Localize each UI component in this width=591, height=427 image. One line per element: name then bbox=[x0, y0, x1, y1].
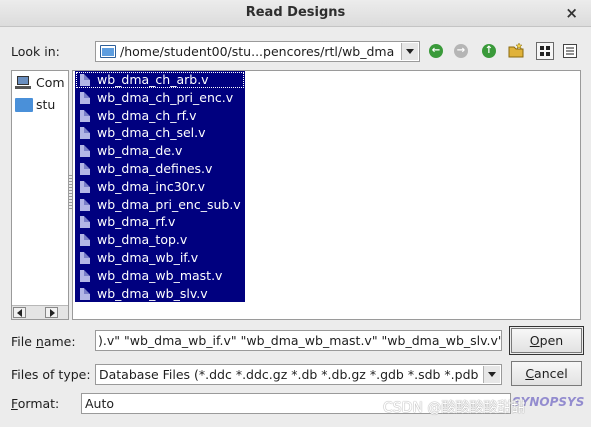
file-name: wb_dma_wb_if.v bbox=[97, 249, 199, 265]
file-list: wb_dma_ch_arb.v wb_dma_ch_pri_enc.v wb_dma… bbox=[72, 70, 581, 320]
file-name: wb_dma_wb_mast.v bbox=[97, 267, 223, 283]
chevron-down-icon[interactable] bbox=[483, 366, 500, 383]
file-type-value: Database Files (*.ddc *.ddc.gz *.db *.db… bbox=[99, 367, 479, 382]
detail-view-icon bbox=[563, 44, 577, 58]
selected-files: wb_dma_ch_arb.v wb_dma_ch_pri_enc.v wb_dma… bbox=[75, 71, 245, 303]
file-row[interactable]: wb_dma_wb_slv.v bbox=[75, 285, 245, 303]
file-row[interactable]: wb_dma_top.v bbox=[75, 231, 245, 249]
look-in-path: /home/student00/stu...pencores/rtl/wb_dm… bbox=[120, 44, 395, 59]
file-name-label: File name: bbox=[11, 334, 76, 349]
open-button[interactable]: Open bbox=[509, 326, 584, 355]
look-in-label: Look in: bbox=[11, 44, 60, 59]
format-label: Format: bbox=[11, 396, 60, 411]
file-row[interactable]: wb_dma_wb_mast.v bbox=[75, 267, 245, 285]
file-row[interactable]: wb_dma_ch_arb.v bbox=[75, 71, 245, 89]
list-view-button[interactable] bbox=[536, 42, 554, 60]
chevron-down-icon[interactable] bbox=[401, 43, 418, 60]
file-icon bbox=[80, 109, 90, 122]
new-folder-icon bbox=[508, 42, 524, 58]
file-row[interactable]: wb_dma_defines.v bbox=[75, 160, 245, 178]
file-name-field[interactable]: ).v" "wb_dma_wb_if.v" "wb_dma_wb_mast.v"… bbox=[95, 330, 502, 351]
file-name: wb_dma_wb_slv.v bbox=[97, 285, 208, 301]
back-arrow-icon: ← bbox=[429, 44, 443, 58]
file-icon bbox=[80, 91, 90, 104]
file-icon bbox=[80, 162, 90, 175]
back-button[interactable]: ← bbox=[427, 42, 445, 60]
scroll-left-icon[interactable] bbox=[13, 307, 26, 318]
file-name: wb_dma_pri_enc_sub.v bbox=[97, 196, 241, 212]
close-icon[interactable]: × bbox=[565, 4, 578, 22]
format-value: Auto bbox=[85, 396, 115, 411]
file-icon bbox=[80, 234, 90, 247]
file-row[interactable]: wb_dma_pri_enc_sub.v bbox=[75, 196, 245, 214]
sidebar-item-label: Com bbox=[36, 75, 65, 90]
detail-view-button[interactable] bbox=[561, 42, 579, 60]
watermark: CSDN @酸酸酸酸甜甜 bbox=[383, 400, 526, 416]
file-row[interactable]: wb_dma_de.v bbox=[75, 142, 245, 160]
sidebar: Com stu bbox=[11, 70, 69, 320]
file-name: wb_dma_top.v bbox=[97, 232, 188, 248]
file-name: wb_dma_ch_pri_enc.v bbox=[97, 89, 234, 105]
file-row[interactable]: wb_dma_inc30r.v bbox=[75, 178, 245, 196]
file-icon bbox=[80, 216, 90, 229]
read-designs-dialog: Read Designs × Look in: /home/student00/… bbox=[0, 0, 591, 427]
file-icon bbox=[80, 269, 90, 282]
new-folder-button[interactable] bbox=[507, 42, 525, 60]
file-icon bbox=[80, 180, 90, 193]
folder-icon bbox=[15, 98, 33, 112]
file-name: wb_dma_de.v bbox=[97, 143, 183, 159]
file-row[interactable]: wb_dma_ch_rf.v bbox=[75, 107, 245, 125]
look-in-combo[interactable]: /home/student00/stu...pencores/rtl/wb_dm… bbox=[95, 41, 420, 62]
title-bar[interactable]: Read Designs × bbox=[0, 0, 591, 27]
file-name-value: ).v" "wb_dma_wb_if.v" "wb_dma_wb_mast.v"… bbox=[98, 333, 502, 348]
file-name: wb_dma_inc30r.v bbox=[97, 178, 205, 194]
forward-arrow-icon: → bbox=[454, 44, 468, 58]
file-name: wb_dma_ch_sel.v bbox=[97, 125, 206, 141]
file-row[interactable]: wb_dma_ch_sel.v bbox=[75, 124, 245, 142]
file-row[interactable]: wb_dma_wb_if.v bbox=[75, 249, 245, 267]
file-icon bbox=[80, 251, 90, 264]
computer-icon bbox=[15, 76, 31, 89]
folder-icon bbox=[100, 45, 116, 58]
file-icon bbox=[80, 145, 90, 158]
file-icon bbox=[80, 287, 90, 300]
scroll-right-icon[interactable] bbox=[45, 307, 58, 318]
file-icon bbox=[80, 198, 90, 211]
file-name: wb_dma_rf.v bbox=[97, 214, 176, 230]
file-row[interactable]: wb_dma_ch_pri_enc.v bbox=[75, 89, 245, 107]
forward-button[interactable]: → bbox=[452, 42, 470, 60]
file-name: wb_dma_ch_rf.v bbox=[97, 107, 197, 123]
file-name: wb_dma_ch_arb.v bbox=[97, 72, 209, 87]
sidebar-item-label: stu bbox=[36, 97, 56, 112]
file-row[interactable]: wb_dma_rf.v bbox=[75, 213, 245, 231]
file-icon bbox=[80, 74, 90, 86]
cancel-button[interactable]: Cancel bbox=[511, 361, 582, 386]
file-type-label: Files of type: bbox=[11, 367, 91, 382]
file-name: wb_dma_defines.v bbox=[97, 160, 213, 176]
list-view-icon bbox=[540, 46, 550, 56]
up-directory-button[interactable]: ↑ bbox=[480, 42, 498, 60]
file-icon bbox=[80, 127, 90, 140]
file-type-select[interactable]: Database Files (*.ddc *.ddc.gz *.db *.db… bbox=[95, 364, 502, 385]
parent-directory-icon: ↑ bbox=[482, 44, 496, 58]
dialog-title: Read Designs bbox=[245, 5, 346, 20]
sidebar-scrollbar[interactable] bbox=[12, 305, 68, 319]
